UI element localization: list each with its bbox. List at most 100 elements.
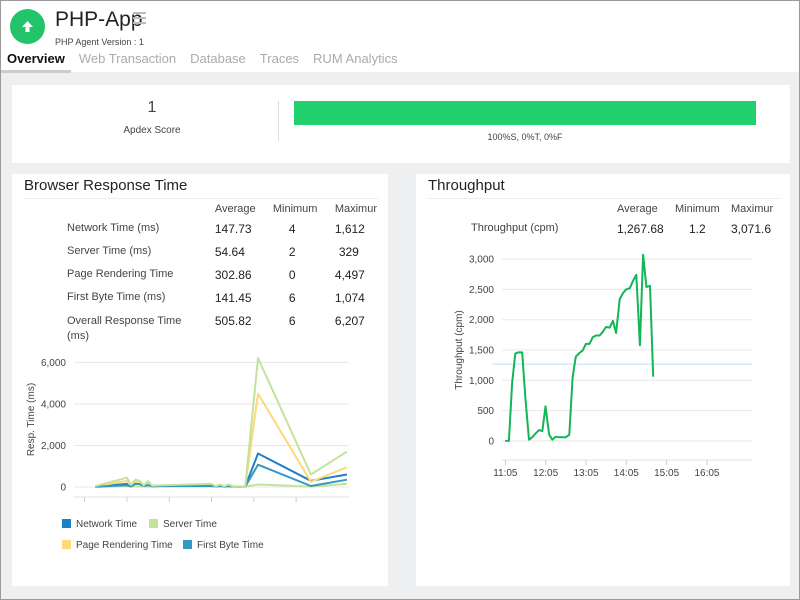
x-tick-label: 16:30	[72, 505, 97, 506]
max-value: 4,497	[334, 268, 365, 282]
apdex-label: Apdex Score	[123, 125, 181, 136]
divider	[278, 101, 279, 141]
table-row: First Byte Time (ms) 141.45 6 1,074	[67, 287, 377, 310]
apdex-score: 1	[147, 99, 157, 116]
apdex-bar-satisfied	[294, 101, 756, 125]
column-header: Minimum	[675, 203, 720, 215]
x-tick-label: 21:30	[284, 505, 309, 506]
agent-version: PHP Agent Version : 1	[55, 37, 144, 47]
panel-title: Browser Response Time	[24, 177, 188, 194]
legend-item-page-rendering-time[interactable]: Page Rendering Time	[62, 540, 173, 551]
row-label: Server Time (ms)	[67, 245, 152, 257]
tab-web-transaction[interactable]: Web Transaction	[79, 51, 176, 73]
throughput-panel: Throughput Average Minimum Maximur Throu…	[416, 174, 790, 586]
legend-swatch	[183, 540, 192, 549]
table-header: Average Minimum Maximur	[471, 200, 781, 218]
legend-item-first-byte-time[interactable]: First Byte Time	[183, 540, 264, 551]
x-tick-label: 13:05	[573, 468, 598, 479]
max-value: 6,207	[334, 314, 365, 328]
max-value: 1,612	[334, 222, 365, 236]
column-header: Maximur	[731, 203, 774, 215]
legend-swatch	[149, 519, 158, 528]
y-tick-label: 500	[477, 406, 494, 417]
y-tick-label: 1,500	[469, 346, 494, 357]
min-value: 0	[288, 268, 296, 282]
app-header: PHP-App PHP Agent Version : 1 Overview W…	[1, 1, 799, 73]
browser-response-chart[interactable]: 0 2,000 4,000 6,000 16:30 17:30 18:30 19:30 20:3…	[12, 346, 388, 506]
series-line-overall-response-time	[94, 357, 348, 488]
table-row: Page Rendering Time 302.86 0 4,497	[67, 264, 377, 287]
app-status-badge	[10, 9, 45, 44]
min-value: 2	[288, 245, 296, 259]
y-tick-label: 0	[488, 436, 494, 447]
divider	[428, 198, 780, 199]
avg-value: 54.64	[214, 245, 245, 259]
tab-traces[interactable]: Traces	[260, 51, 299, 73]
table-row: Server Time (ms) 54.64 2 329	[67, 241, 377, 264]
column-header: Minimum	[272, 203, 318, 215]
avg-value: 141.45	[214, 291, 252, 305]
hamburger-menu-icon[interactable]	[133, 12, 146, 24]
max-value: 329	[338, 245, 359, 259]
legend-swatch	[62, 519, 71, 528]
y-tick-label: 3,000	[469, 255, 494, 266]
row-label: Network Time (ms)	[67, 222, 160, 234]
y-axis-label: Throughput (cpm)	[454, 310, 465, 389]
apdex-card: 1 Apdex Score 100%S, 0%T, 0%F	[12, 85, 790, 163]
x-tick-label: 20:30	[241, 505, 266, 506]
avg-value: 147.73	[214, 222, 252, 236]
legend-item-server-time[interactable]: Server Time	[149, 519, 217, 530]
x-tick-label: 11:05	[493, 468, 518, 479]
y-tick-label: 0	[60, 483, 66, 494]
max-value: 3,071.6	[731, 222, 772, 236]
browser-response-table: Average Minimum Maximur Network Time (ms…	[67, 200, 377, 344]
row-label: Overall Response Time (ms)	[67, 315, 182, 342]
apdex-breakdown: 100%S, 0%T, 0%F	[487, 132, 563, 142]
y-tick-label: 2,000	[469, 315, 494, 326]
table-header: Average Minimum Maximur	[67, 200, 377, 218]
x-tick-label: 16:05	[694, 468, 719, 479]
divider	[24, 198, 378, 199]
row-label: Page Rendering Time	[67, 268, 174, 280]
x-tick-label: 19:30	[199, 505, 224, 506]
y-tick-label: 2,500	[469, 285, 494, 296]
column-header: Average	[617, 203, 658, 215]
apdex-bar[interactable]	[294, 101, 756, 125]
min-value: 4	[288, 222, 296, 236]
x-tick-label: 12:05	[533, 468, 558, 479]
min-value: 6	[288, 291, 296, 305]
x-tick-label: 15:05	[654, 468, 679, 479]
row-label: First Byte Time (ms)	[67, 291, 166, 303]
min-value: 6	[288, 314, 296, 328]
column-header: Average	[214, 203, 256, 215]
tab-bar: Overview Web Transaction Database Traces…	[1, 51, 412, 73]
avg-value: 302.86	[214, 268, 252, 282]
legend-swatch	[62, 540, 71, 549]
series-line-throughput	[505, 253, 655, 442]
table-row: Throughput (cpm) 1,267.68 1.2 3,071.6	[471, 218, 781, 241]
tab-overview[interactable]: Overview	[1, 51, 71, 73]
throughput-table: Average Minimum Maximur Throughput (cpm)…	[471, 200, 781, 241]
tab-rum-analytics[interactable]: RUM Analytics	[313, 51, 398, 73]
browser-response-panel: Browser Response Time Average Minimum Ma…	[12, 174, 388, 586]
table-row: Network Time (ms) 147.73 4 1,612	[67, 218, 377, 241]
table-row: Overall Response Time (ms) 505.82 6 6,20…	[67, 310, 377, 344]
app-title: PHP-App	[55, 8, 143, 31]
x-tick-label: 14:05	[614, 468, 639, 479]
avg-value: 505.82	[214, 314, 252, 328]
y-tick-label: 6,000	[41, 358, 66, 369]
y-axis-label: Resp. Time (ms)	[26, 383, 37, 456]
avg-value: 1,267.68	[617, 222, 664, 236]
x-tick-label: 17:30	[114, 505, 139, 506]
throughput-chart[interactable]: 0 500 1,000 1,500 2,000 2,500 3,000 11:05 12:05 1…	[416, 244, 790, 494]
column-header: Maximur	[334, 203, 377, 215]
tab-database[interactable]: Database	[190, 51, 246, 73]
x-tick-label: 18:30	[157, 505, 182, 506]
legend-item-network-time[interactable]: Network Time	[62, 519, 137, 530]
row-label: Throughput (cpm)	[471, 222, 559, 234]
y-tick-label: 2,000	[41, 441, 66, 452]
min-value: 1.2	[689, 222, 706, 236]
max-value: 1,074	[334, 291, 365, 305]
arrow-up-icon	[22, 21, 33, 32]
y-tick-label: 1,000	[469, 376, 494, 387]
